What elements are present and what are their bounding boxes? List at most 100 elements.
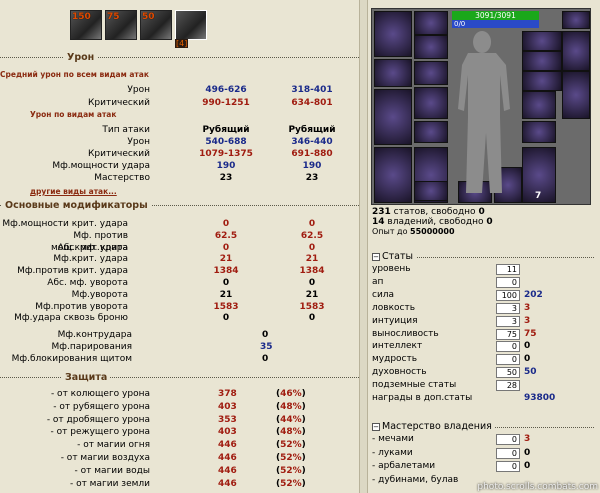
stat-value: 35: [260, 342, 273, 352]
section-title: Урон: [64, 52, 98, 63]
text: 14: [372, 217, 385, 227]
equipment-slot[interactable]: [374, 59, 412, 87]
buff-icon[interactable]: 150: [70, 10, 102, 40]
buff-icon[interactable]: [4]: [175, 10, 207, 48]
defense-row: - от магии земли 446 (52%): [0, 478, 359, 490]
stat-value-left-hand: 190: [302, 161, 322, 171]
stat-input[interactable]: 0: [496, 461, 520, 472]
percent-value: 48%: [280, 427, 302, 438]
section-title-text: Мастерство владения: [382, 421, 492, 432]
stat-input[interactable]: 28: [496, 380, 520, 392]
stat-name: подземные статы: [372, 380, 457, 391]
stat-label: Критический: [88, 98, 150, 108]
equipment-slot[interactable]: [414, 87, 448, 119]
equipment-slot[interactable]: [414, 121, 448, 143]
buff-count: 50: [142, 12, 155, 22]
equipment-slot[interactable]: [374, 147, 412, 203]
equipment-slot[interactable]: [522, 121, 556, 143]
buff-bar: 150 75 50 [4]: [70, 10, 207, 48]
stats-section-header[interactable]: − Статы: [372, 251, 594, 263]
stat-row: Критический 990-1251 634-801: [0, 97, 359, 109]
stat-input[interactable]: 0: [496, 354, 520, 366]
mastery-section-header[interactable]: − Мастерство владения: [372, 421, 594, 433]
equipment-slot[interactable]: [374, 11, 412, 57]
stat-value-right-hand: 21: [219, 254, 233, 265]
equipment-slot[interactable]: [562, 71, 590, 119]
stat-input[interactable]: 100: [496, 289, 520, 301]
stat-value-left-hand: 21: [305, 289, 319, 300]
stat-row: подземные статы 28: [372, 379, 594, 392]
watermark: photo.scrolls.combats.com: [477, 482, 598, 492]
divider: [0, 57, 359, 58]
defense-percent: (52%): [276, 478, 306, 489]
stat-input[interactable]: 0: [496, 434, 520, 445]
section-defense: Защита: [0, 372, 359, 384]
stat-input[interactable]: 11: [496, 264, 520, 275]
equipment-slot[interactable]: [522, 91, 556, 119]
stat-row: Мф.удара сквозь броню 0 0: [0, 312, 359, 324]
defense-row: - от магии воздуха 446 (52%): [0, 452, 359, 464]
equipment-slot[interactable]: [414, 181, 448, 201]
section-title-text: Статы: [382, 251, 414, 262]
stat-row: Абс. мф. крита 0 0: [0, 242, 359, 254]
equipment-slot[interactable]: [562, 31, 590, 71]
stat-label: Мф.против крит. удара: [17, 266, 128, 277]
percent-value: 52%: [280, 478, 302, 489]
equipment-slot[interactable]: [522, 31, 562, 51]
equipment-slot[interactable]: [562, 11, 590, 29]
stat-value-right-hand: 21: [219, 289, 233, 300]
stat-input[interactable]: 3: [496, 302, 520, 314]
stat-input[interactable]: 0: [496, 276, 520, 288]
buff-stack: [4]: [175, 39, 189, 48]
text: 0: [478, 207, 485, 217]
collapse-icon[interactable]: −: [372, 422, 380, 431]
stat-row: мудрость 0 0: [372, 353, 594, 366]
stat-name: - луками: [372, 447, 413, 458]
equipment-slot[interactable]: [414, 35, 448, 59]
stat-row: Урон 540-688 346-440: [0, 136, 359, 148]
stat-label: Урон: [127, 137, 150, 147]
stat-value-left-hand: 0: [308, 313, 316, 324]
text: 55000000: [410, 227, 455, 236]
stat-value: 0: [524, 447, 531, 458]
scrollbar[interactable]: [359, 0, 368, 493]
defense-label: - от колющего урона: [50, 389, 150, 399]
text: Опыт до: [372, 227, 411, 236]
stat-row: ловкость 3 3: [372, 302, 594, 315]
stat-input[interactable]: 75: [496, 328, 520, 340]
stat-input[interactable]: 0: [496, 341, 520, 353]
defense-row: - от магии огня 446 (52%): [0, 439, 359, 451]
defense-value: 446: [218, 478, 237, 489]
stat-input[interactable]: 50: [496, 367, 520, 379]
defense-row: - от магии воды 446 (52%): [0, 465, 359, 477]
defense-percent: (52%): [276, 440, 306, 451]
equipment-slot[interactable]: [522, 71, 562, 91]
stat-label: Мф.парирования: [51, 342, 132, 352]
stat-value-right-hand: 0: [222, 278, 230, 288]
stat-row: Мф.против крит. удара 1384 1384: [0, 265, 359, 277]
stat-name: интеллект: [372, 341, 423, 352]
stat-row: Мф.мощности удара 190 190: [0, 160, 359, 172]
section-damage: Урон: [0, 52, 359, 64]
equipment-slot[interactable]: [414, 11, 448, 35]
stat-row: Урон 496-626 318-401: [0, 84, 359, 96]
buff-icon[interactable]: 50: [140, 10, 172, 40]
defense-value: 378: [218, 389, 237, 399]
section-title: − Статы: [372, 251, 417, 262]
defense-value: 446: [218, 440, 237, 451]
stat-value-right-hand: 1583: [213, 301, 239, 312]
stat-row: сила 100 202: [372, 289, 594, 302]
stat-input[interactable]: 3: [496, 315, 520, 327]
stat-input[interactable]: 0: [496, 447, 520, 459]
stat-value-left-hand: 21: [305, 254, 319, 265]
buff-icon[interactable]: 75: [105, 10, 137, 40]
stat-value-right-hand: 540-688: [205, 137, 247, 147]
stat-row: Критический 1079-1375 691-880: [0, 148, 359, 160]
other-attacks-link[interactable]: другие виды атак...: [30, 187, 117, 196]
stat-value: 0: [262, 330, 269, 340]
equipment-slot[interactable]: [414, 61, 448, 85]
equipment-slot[interactable]: [374, 89, 412, 145]
equipment-slot[interactable]: [522, 51, 562, 71]
text: владений, свободно: [384, 217, 487, 227]
collapse-icon[interactable]: −: [372, 252, 380, 261]
